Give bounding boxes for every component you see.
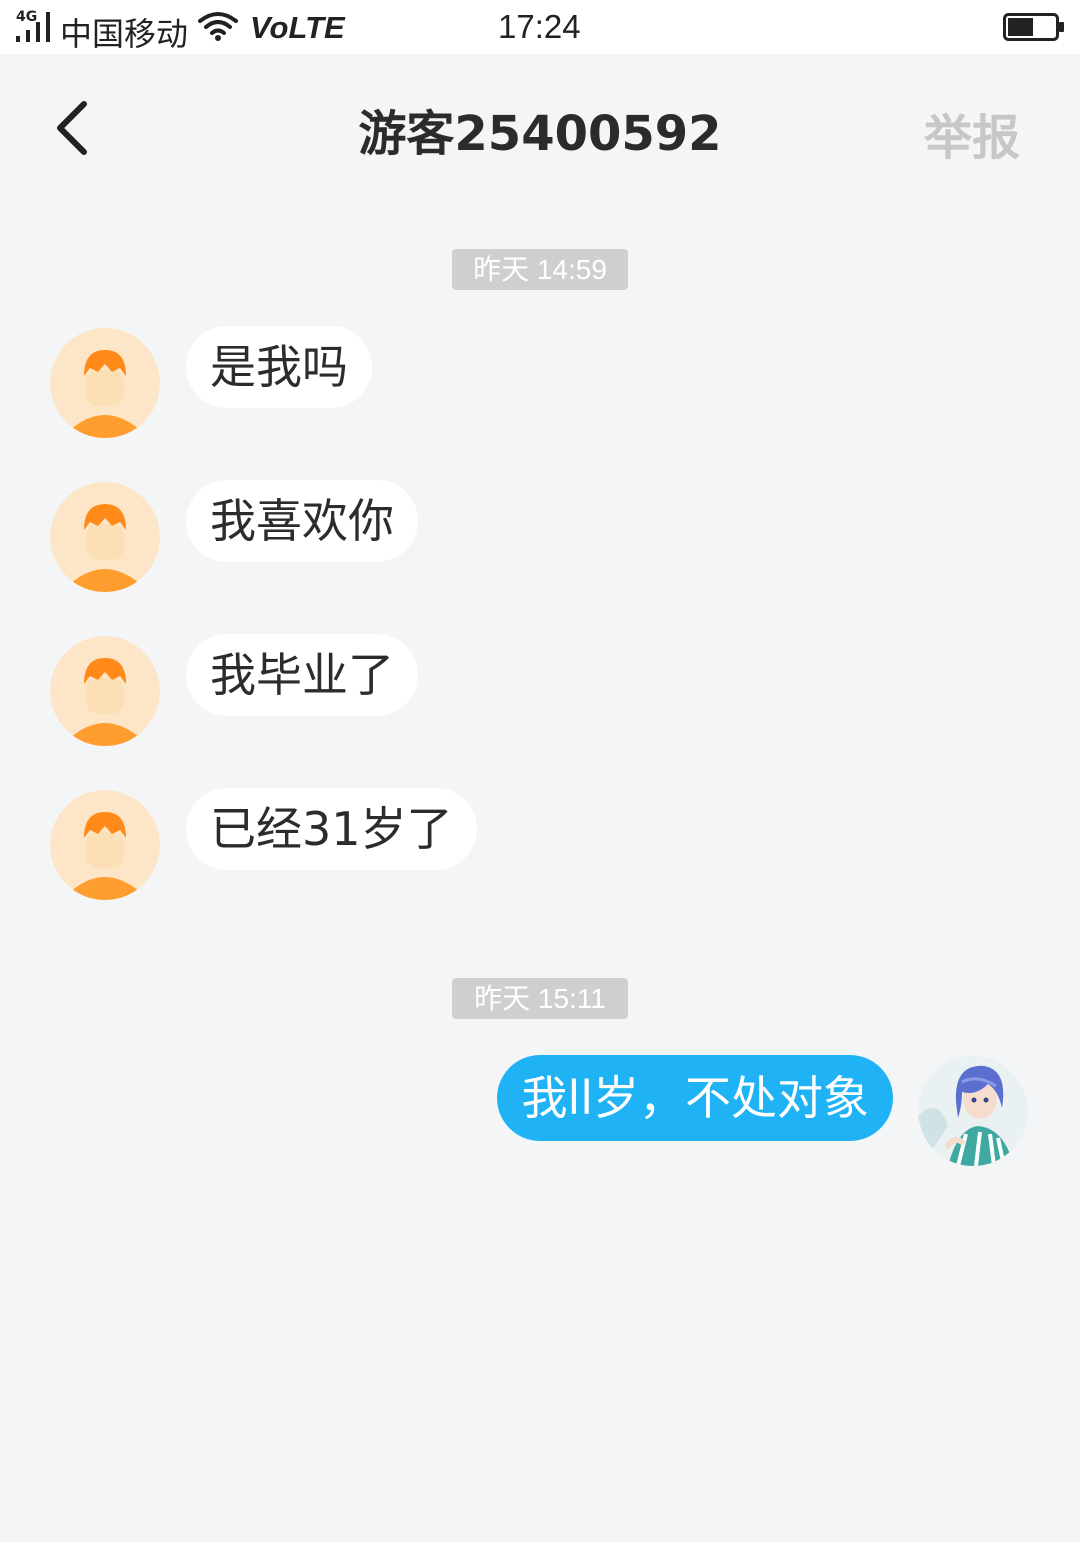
message-bubble-incoming[interactable]: 我喜欢你 — [186, 480, 418, 562]
timestamp: 昨天 14:59 — [452, 249, 628, 290]
signal-icon — [16, 12, 50, 42]
default-user-icon — [50, 636, 160, 746]
default-user-icon — [50, 482, 160, 592]
wifi-icon — [198, 12, 238, 41]
contact-avatar[interactable] — [50, 636, 160, 746]
timestamp: 昨天 15:11 — [452, 978, 628, 1019]
my-avatar[interactable] — [918, 1056, 1028, 1166]
chat-screen: 4G 中国移动 VoLTE 17:24 游客25400592 举报 昨天 14:… — [0, 0, 1080, 1542]
status-bar: 4G 中国移动 VoLTE 17:24 — [0, 0, 1080, 54]
default-user-icon — [50, 328, 160, 438]
message-bubble-incoming[interactable]: 已经31岁了 — [186, 788, 477, 870]
volte-indicator: VoLTE — [250, 10, 345, 45]
chevron-left-icon[interactable] — [50, 96, 100, 160]
anime-character-avatar-icon — [918, 1056, 1028, 1166]
message-bubble-outgoing[interactable]: 我ll岁，不处对象 — [497, 1055, 893, 1141]
default-user-icon — [50, 790, 160, 900]
contact-avatar[interactable] — [50, 482, 160, 592]
message-bubble-incoming[interactable]: 是我吗 — [186, 326, 372, 408]
carrier-name: 中国移动 — [60, 15, 189, 53]
page-title: 游客25400592 — [358, 106, 722, 162]
contact-avatar[interactable] — [50, 790, 160, 900]
clock: 17:24 — [498, 8, 581, 45]
battery-icon — [1003, 13, 1064, 41]
contact-avatar[interactable] — [50, 328, 160, 438]
report-button[interactable]: 举报 — [924, 98, 1020, 168]
message-bubble-incoming[interactable]: 我毕业了 — [186, 634, 418, 716]
